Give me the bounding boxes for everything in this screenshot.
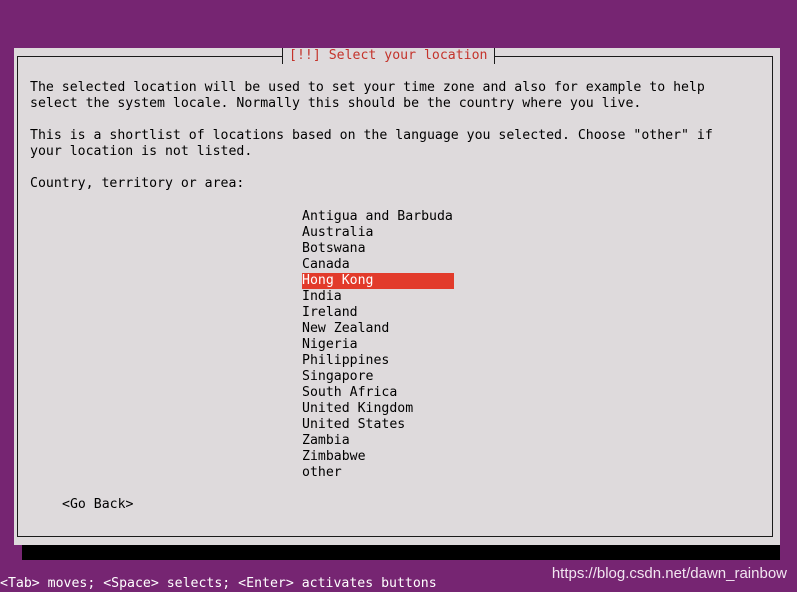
description-line-2: select the system locale. Normally this … bbox=[30, 96, 642, 111]
keyboard-help-bar: <Tab> moves; <Space> selects; <Enter> ac… bbox=[0, 576, 437, 591]
country-option[interactable]: Zimbabwe bbox=[302, 449, 454, 465]
country-option[interactable]: Antigua and Barbuda bbox=[302, 209, 454, 225]
country-option[interactable]: Singapore bbox=[302, 369, 454, 385]
country-option[interactable]: Australia bbox=[302, 225, 454, 241]
country-option[interactable]: United States bbox=[302, 417, 454, 433]
select-location-dialog: [!!] Select your location The selected l… bbox=[14, 48, 780, 545]
country-prompt: Country, territory or area: bbox=[30, 176, 245, 191]
country-option[interactable]: United Kingdom bbox=[302, 401, 454, 417]
dialog-title: [!!] Select your location bbox=[282, 48, 495, 64]
country-option[interactable]: New Zealand bbox=[302, 321, 454, 337]
country-list: Antigua and Barbuda Australia Botswana C… bbox=[302, 209, 454, 481]
go-back-button[interactable]: <Go Back> bbox=[62, 497, 133, 513]
country-option[interactable]: Ireland bbox=[302, 305, 454, 321]
country-option[interactable]: Philippines bbox=[302, 353, 454, 369]
country-option[interactable]: South Africa bbox=[302, 385, 454, 401]
country-option[interactable]: other bbox=[302, 465, 454, 481]
watermark: https://blog.csdn.net/dawn_rainbow bbox=[551, 565, 787, 582]
country-option-selected[interactable]: Hong Kong bbox=[302, 273, 454, 289]
country-option[interactable]: Nigeria bbox=[302, 337, 454, 353]
description-line-1: The selected location will be used to se… bbox=[30, 80, 705, 95]
country-option[interactable]: Zambia bbox=[302, 433, 454, 449]
country-option[interactable]: India bbox=[302, 289, 454, 305]
country-option[interactable]: Botswana bbox=[302, 241, 454, 257]
shortlist-note-line-2: your location is not listed. bbox=[30, 144, 253, 159]
country-option[interactable]: Canada bbox=[302, 257, 454, 273]
shortlist-note-line-1: This is a shortlist of locations based o… bbox=[30, 128, 713, 143]
